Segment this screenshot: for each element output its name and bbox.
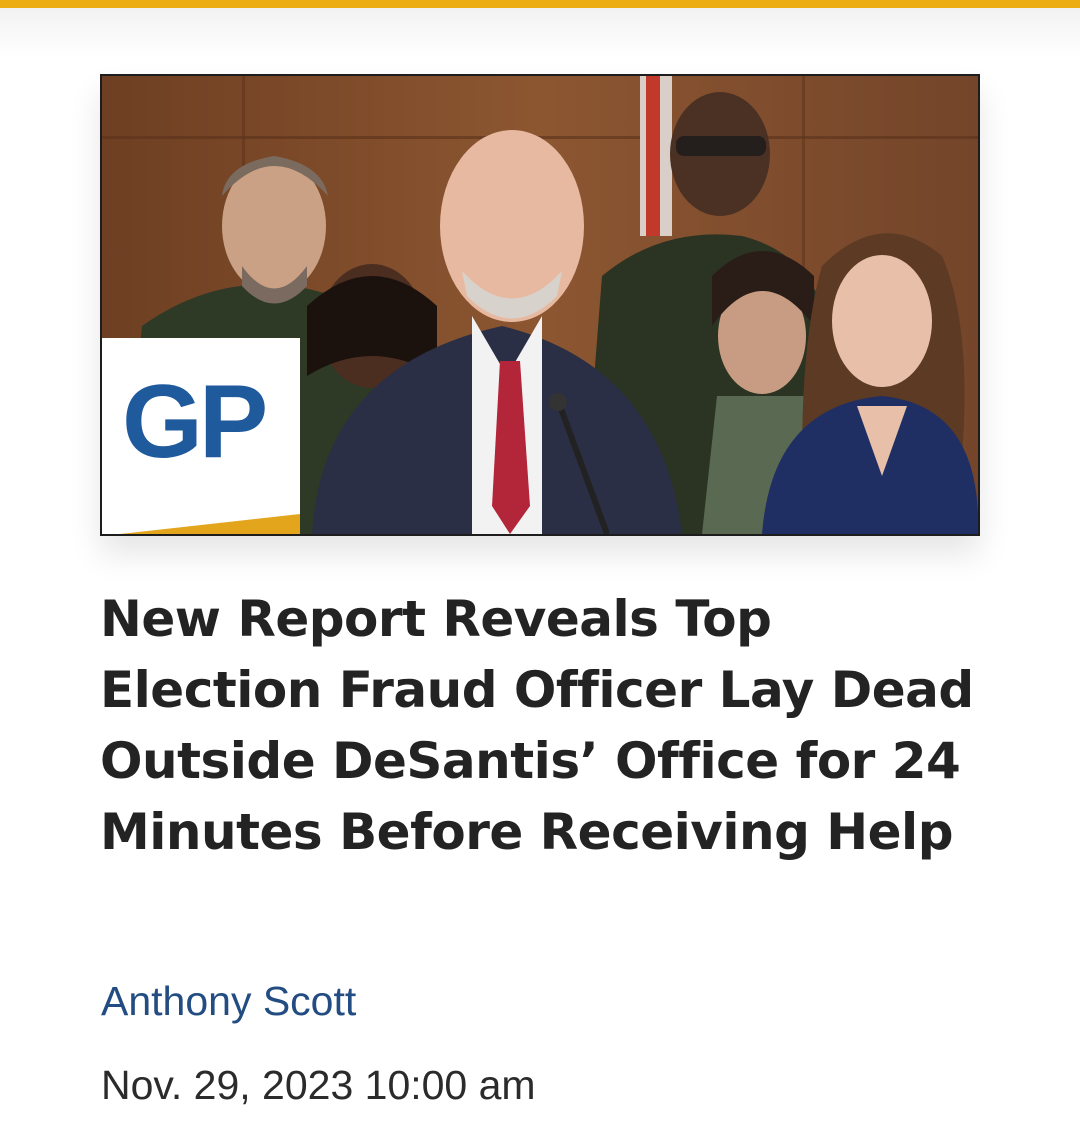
publish-date: Nov. 29, 2023 10:00 am — [101, 1062, 536, 1108]
header-shadow — [0, 8, 1080, 58]
author-link[interactable]: Anthony Scott — [101, 978, 356, 1025]
article-headline[interactable]: New Report Reveals Top Election Fraud Of… — [100, 584, 1000, 868]
article-hero-image[interactable]: GP — [100, 74, 980, 536]
gp-logo: GP — [102, 338, 300, 534]
gp-logo-text: GP — [122, 364, 268, 480]
top-accent-bar — [0, 0, 1080, 8]
gp-logo-stripe — [120, 514, 300, 534]
